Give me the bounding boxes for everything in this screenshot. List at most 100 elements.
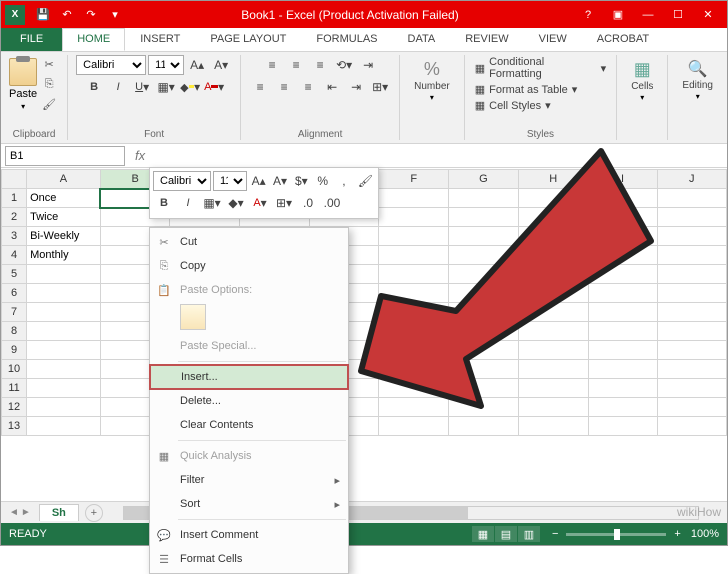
- mini-font-color-button[interactable]: A▾: [249, 193, 271, 213]
- editing-button[interactable]: 🔍 Editing ▾: [676, 55, 719, 105]
- cell[interactable]: Monthly: [27, 246, 101, 265]
- border-button[interactable]: ▦▾: [155, 77, 177, 97]
- excel-logo-icon[interactable]: X: [5, 5, 25, 25]
- tab-review[interactable]: REVIEW: [450, 28, 523, 51]
- tab-acrobat[interactable]: ACROBAT: [582, 28, 664, 51]
- name-box[interactable]: [5, 146, 125, 166]
- tab-pagelayout[interactable]: PAGE LAYOUT: [195, 28, 301, 51]
- maximize-icon[interactable]: ☐: [664, 4, 692, 26]
- conditional-formatting-button[interactable]: ▦Conditional Formatting▾: [473, 55, 608, 81]
- orientation-icon[interactable]: ⟲▾: [333, 55, 355, 75]
- add-sheet-button[interactable]: +: [85, 504, 103, 522]
- zoom-level[interactable]: 100%: [691, 528, 719, 540]
- minimize-icon[interactable]: —: [634, 4, 662, 26]
- row-header[interactable]: 1: [2, 189, 27, 208]
- font-color-button[interactable]: A▾: [203, 77, 225, 97]
- spreadsheet-grid[interactable]: A B C D E F G H I J 1Once 2Twice 3Bi-Wee…: [1, 169, 727, 507]
- view-normal-icon[interactable]: ▦: [472, 526, 494, 542]
- align-middle-icon[interactable]: ≡: [285, 55, 307, 75]
- increase-font-icon[interactable]: A▴: [186, 55, 208, 75]
- zoom-out-button[interactable]: −: [552, 528, 558, 540]
- sheet-tab[interactable]: Sh: [39, 504, 79, 521]
- mini-border-button[interactable]: ▦▾: [201, 193, 223, 213]
- view-page-break-icon[interactable]: ▥: [518, 526, 540, 542]
- tab-data[interactable]: DATA: [393, 28, 451, 51]
- ctx-cut[interactable]: ✂Cut: [150, 230, 348, 254]
- zoom-in-button[interactable]: +: [674, 528, 680, 540]
- close-icon[interactable]: ✕: [694, 4, 722, 26]
- row-header[interactable]: 12: [2, 398, 27, 417]
- font-name-combo[interactable]: Calibri: [76, 55, 146, 75]
- format-painter-icon[interactable]: 🖌: [39, 95, 59, 113]
- sheet-nav-prev-icon[interactable]: ◄: [9, 507, 19, 518]
- ribbon-options-icon[interactable]: ▣: [604, 4, 632, 26]
- select-all-corner[interactable]: [2, 170, 27, 189]
- ctx-delete[interactable]: Delete...: [150, 389, 348, 413]
- underline-button[interactable]: U▾: [131, 77, 153, 97]
- cell[interactable]: Twice: [27, 208, 101, 227]
- help-icon[interactable]: ?: [574, 4, 602, 26]
- row-header[interactable]: 5: [2, 265, 27, 284]
- qat-customize-icon[interactable]: ▾: [104, 4, 126, 26]
- cell-styles-button[interactable]: ▦Cell Styles▾: [473, 98, 553, 113]
- mini-currency-icon[interactable]: $▾: [292, 171, 311, 191]
- paste-button[interactable]: Paste ▾: [9, 58, 37, 111]
- row-header[interactable]: 13: [2, 417, 27, 436]
- zoom-slider[interactable]: [566, 533, 666, 536]
- ctx-sort[interactable]: Sort▸: [150, 492, 348, 516]
- format-as-table-button[interactable]: ▦Format as Table▾: [473, 82, 580, 97]
- ctx-copy[interactable]: ⎘Copy: [150, 254, 348, 278]
- mini-fill-color-button[interactable]: ◆▾: [225, 193, 247, 213]
- ctx-insert[interactable]: Insert...: [150, 365, 348, 389]
- col-header[interactable]: J: [657, 170, 726, 189]
- merge-icon[interactable]: ⊞▾: [369, 77, 391, 97]
- row-header[interactable]: 7: [2, 303, 27, 322]
- mini-italic-button[interactable]: I: [177, 193, 199, 213]
- undo-icon[interactable]: ↶: [56, 4, 78, 26]
- cell[interactable]: Bi-Weekly: [27, 227, 101, 246]
- mini-decimal-dec-icon[interactable]: .00: [321, 193, 343, 213]
- tab-file[interactable]: FILE: [1, 28, 62, 51]
- increase-indent-icon[interactable]: ⇥: [345, 77, 367, 97]
- row-header[interactable]: 11: [2, 379, 27, 398]
- fill-color-button[interactable]: ◆▾: [179, 77, 201, 97]
- mini-font-combo[interactable]: Calibri: [153, 171, 211, 191]
- col-header[interactable]: G: [449, 170, 519, 189]
- save-icon[interactable]: 💾: [32, 4, 54, 26]
- cell[interactable]: Once: [27, 189, 101, 208]
- mini-decrease-font-icon[interactable]: A▾: [270, 171, 289, 191]
- number-format-button[interactable]: % Number ▾: [408, 55, 456, 106]
- row-header[interactable]: 10: [2, 360, 27, 379]
- tab-formulas[interactable]: FORMULAS: [301, 28, 392, 51]
- ctx-insert-comment[interactable]: 💬Insert Comment: [150, 523, 348, 547]
- redo-icon[interactable]: ↷: [80, 4, 102, 26]
- wrap-text-icon[interactable]: ⇥: [357, 55, 379, 75]
- mini-increase-font-icon[interactable]: A▴: [249, 171, 268, 191]
- row-header[interactable]: 2: [2, 208, 27, 227]
- mini-percent-icon[interactable]: %: [313, 171, 332, 191]
- decrease-font-icon[interactable]: A▾: [210, 55, 232, 75]
- sheet-nav-next-icon[interactable]: ►: [21, 507, 31, 518]
- ctx-filter[interactable]: Filter▸: [150, 468, 348, 492]
- col-header[interactable]: H: [518, 170, 588, 189]
- tab-view[interactable]: VIEW: [524, 28, 582, 51]
- cells-button[interactable]: ▦ Cells ▾: [625, 55, 659, 106]
- row-header[interactable]: 6: [2, 284, 27, 303]
- italic-button[interactable]: I: [107, 77, 129, 97]
- row-header[interactable]: 4: [2, 246, 27, 265]
- decrease-indent-icon[interactable]: ⇤: [321, 77, 343, 97]
- mini-comma-icon[interactable]: ,: [334, 171, 353, 191]
- paste-option-1[interactable]: [180, 304, 206, 330]
- ctx-format-cells[interactable]: ☰Format Cells: [150, 547, 348, 571]
- cut-icon[interactable]: ✂: [39, 55, 59, 73]
- col-header[interactable]: F: [379, 170, 449, 189]
- col-header[interactable]: I: [588, 170, 657, 189]
- col-header[interactable]: A: [27, 170, 101, 189]
- mini-format-painter-icon[interactable]: 🖌: [356, 171, 375, 191]
- tab-home[interactable]: HOME: [62, 28, 125, 51]
- tab-insert[interactable]: INSERT: [125, 28, 195, 51]
- align-center-icon[interactable]: ≡: [273, 77, 295, 97]
- view-page-layout-icon[interactable]: ▤: [495, 526, 517, 542]
- mini-decimal-inc-icon[interactable]: .0: [297, 193, 319, 213]
- align-right-icon[interactable]: ≡: [297, 77, 319, 97]
